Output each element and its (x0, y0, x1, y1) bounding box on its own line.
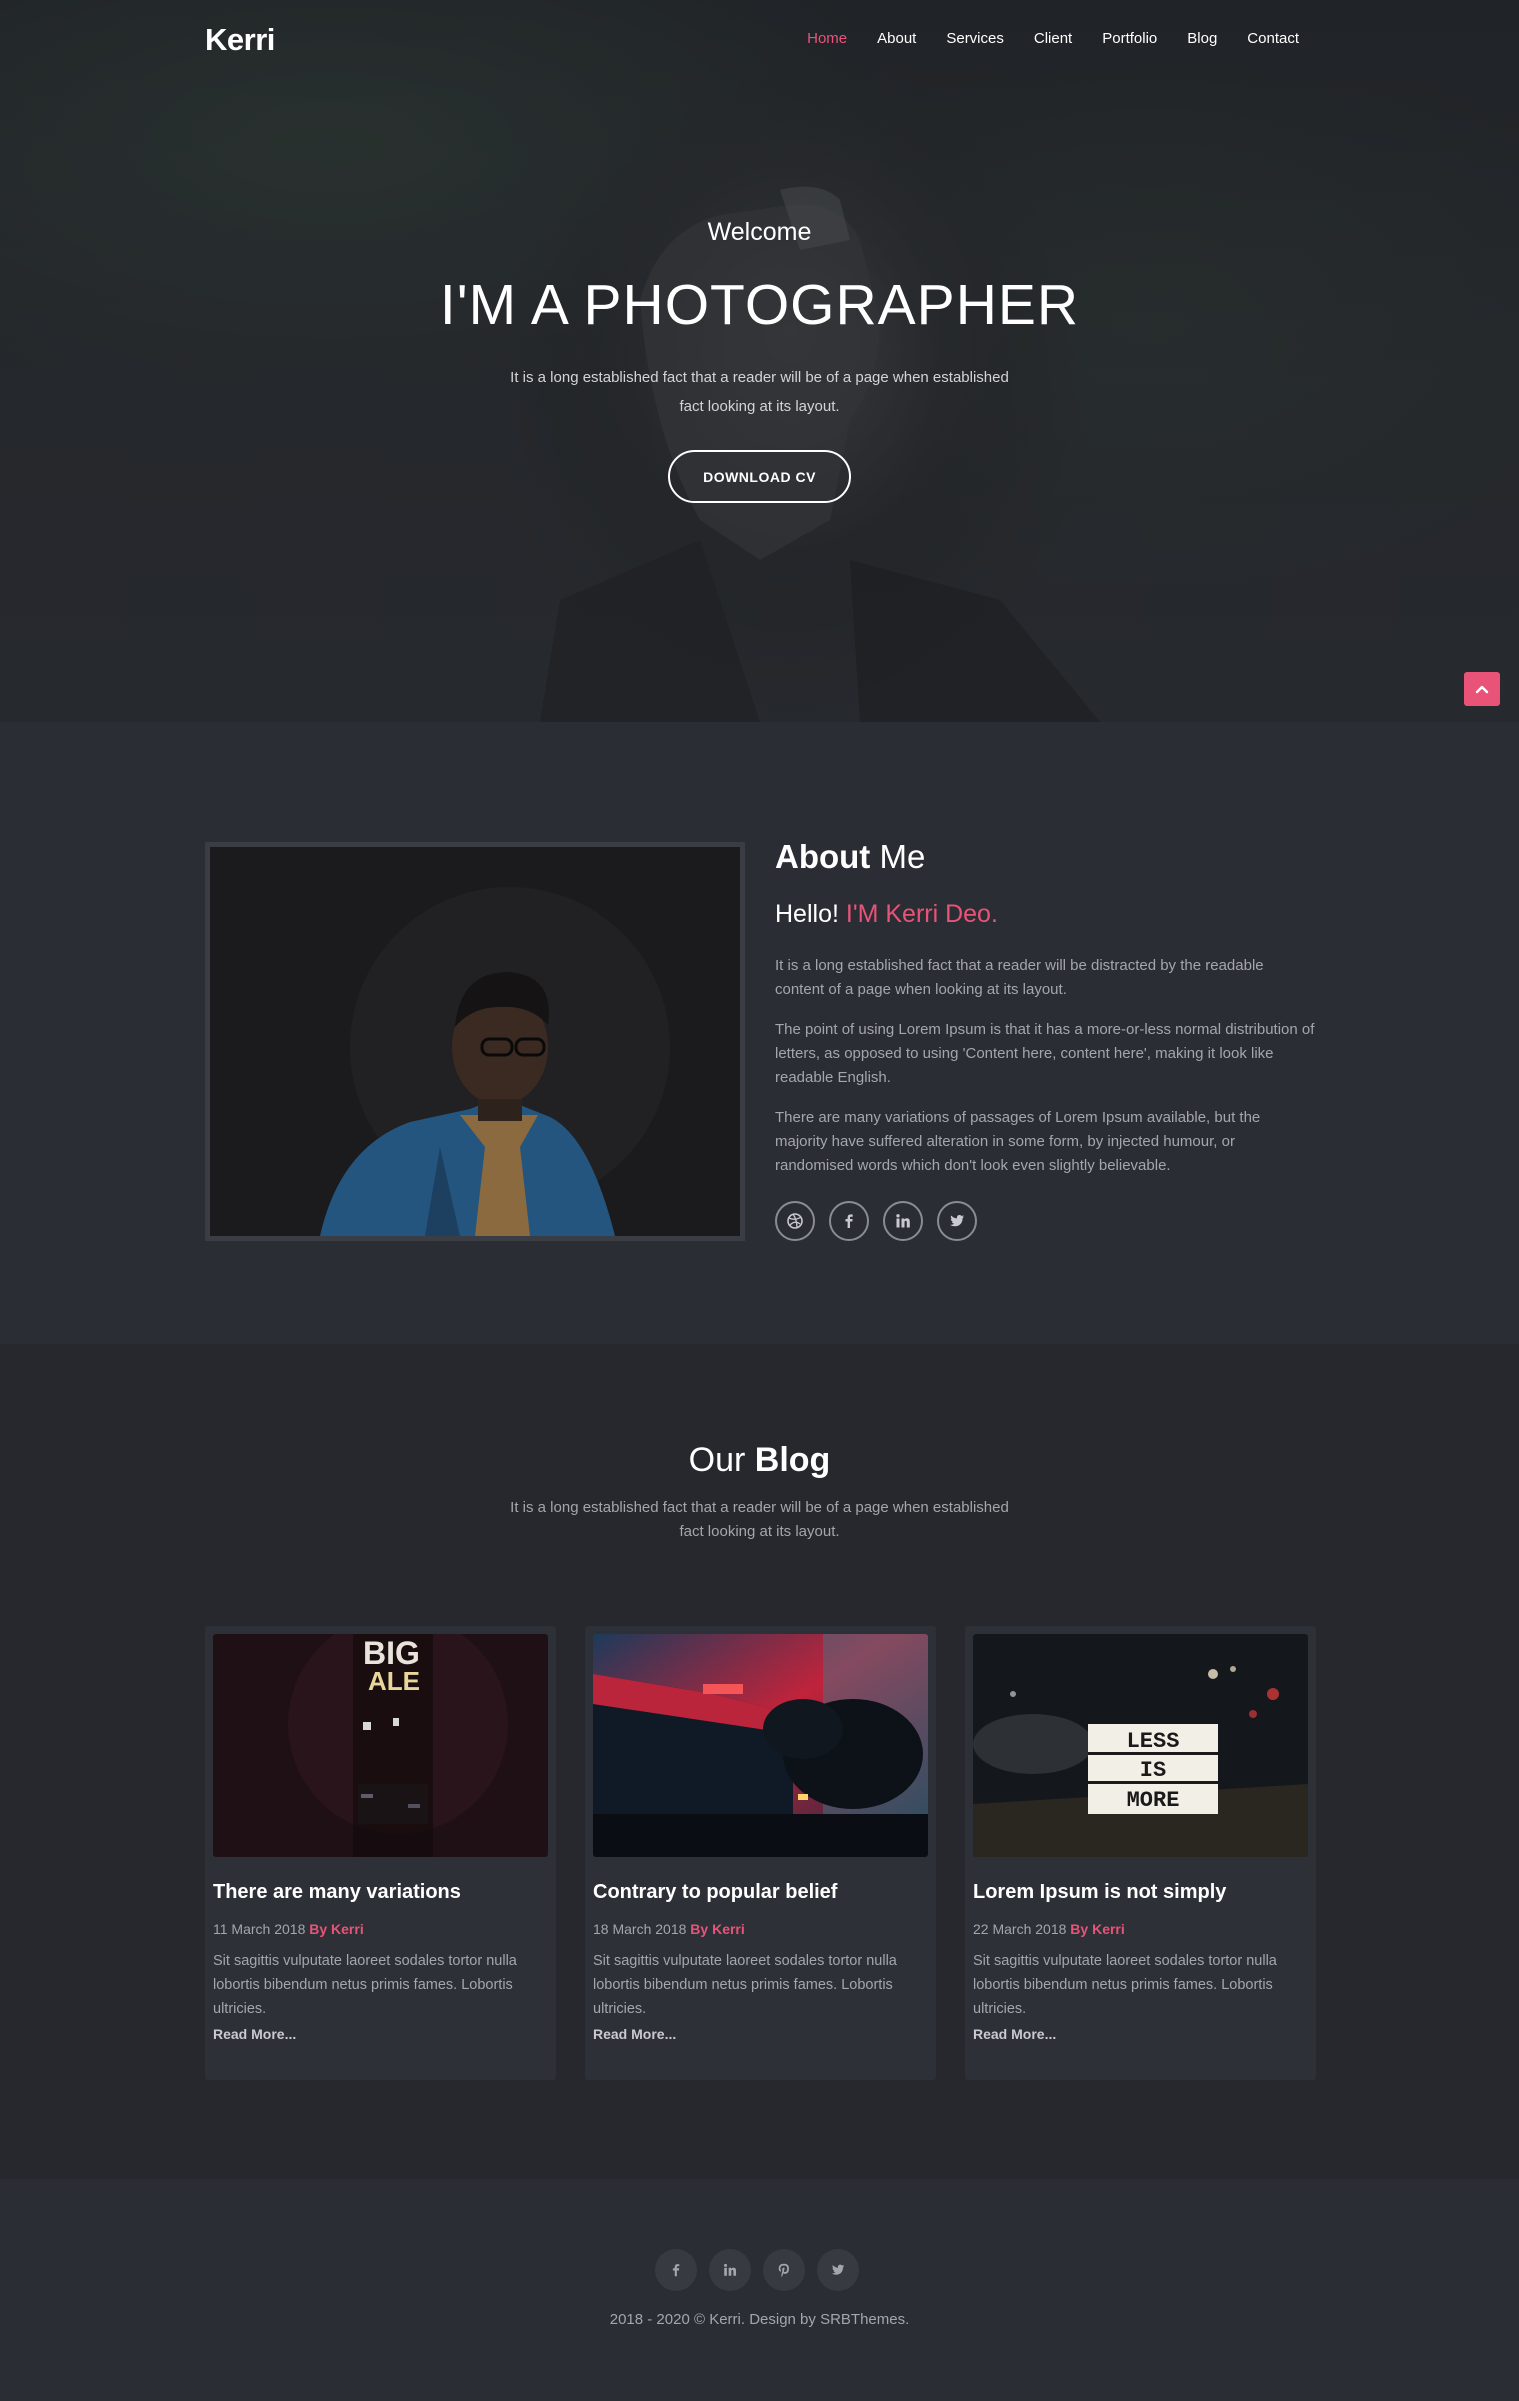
dribbble-icon (787, 1213, 803, 1229)
about-heading-bold: About (775, 838, 871, 875)
about-paragraph: There are many variations of passages of… (775, 1109, 1261, 1174)
hero-welcome: Welcome (707, 218, 812, 246)
hero-section: Kerri Home About Services Client Portfol… (0, 0, 1519, 722)
blog-heading-rest: Our (688, 1441, 755, 1479)
footer-twitter-link[interactable] (817, 2249, 859, 2291)
blog-card-meta: 11 March 2018 By Kerri (213, 1921, 364, 1937)
blog-card-author[interactable]: By Kerri (1070, 1921, 1124, 1937)
twitter-link[interactable] (937, 1201, 977, 1241)
about-photo (205, 842, 745, 1241)
blog-card-image[interactable] (593, 1634, 928, 1857)
lightbox-line-3: MORE (1127, 1788, 1180, 1813)
portrait-image (210, 847, 740, 1236)
blog-card-meta: 18 March 2018 By Kerri (593, 1921, 745, 1937)
blog-card-image[interactable]: BIG ALE (213, 1634, 548, 1857)
read-more-link[interactable]: Read More... (213, 2026, 296, 2042)
blog-card-meta: 22 March 2018 By Kerri (973, 1921, 1125, 1937)
blog-card-excerpt: Sit sagittis vulputate laoreet sodales t… (973, 1953, 1277, 2017)
footer: 2018 - 2020 © Kerri. Design by SRBThemes… (0, 2179, 1519, 2401)
blog-section: Our Blog It is a long established fact t… (0, 1344, 1519, 2179)
blog-image-2 (593, 1634, 928, 1857)
blog-card-date: 11 March 2018 (213, 1921, 306, 1937)
nav-item-services[interactable]: Services (946, 30, 1004, 47)
blog-image-3: LESS IS MORE (973, 1634, 1308, 1857)
facebook-icon (672, 2264, 680, 2277)
read-more-link[interactable]: Read More... (973, 2026, 1056, 2042)
nav-item-portfolio[interactable]: Portfolio (1102, 30, 1157, 47)
footer-linkedin-link[interactable] (709, 2249, 751, 2291)
about-heading: About Me (775, 838, 925, 876)
footer-social-links (655, 2249, 859, 2291)
nav-item-contact[interactable]: Contact (1247, 30, 1299, 47)
nav-item-blog[interactable]: Blog (1187, 30, 1217, 47)
blog-heading: Our Blog (0, 1441, 1519, 1480)
read-more-link[interactable]: Read More... (593, 2026, 676, 2042)
pinterest-icon (778, 2263, 789, 2278)
blog-image-1: BIG ALE (213, 1634, 548, 1857)
scroll-to-top-button[interactable] (1464, 672, 1500, 706)
about-section: About Me Hello! I'M Kerri Deo. It is a l… (0, 722, 1519, 1344)
lightbox-line-2: IS (1140, 1758, 1166, 1783)
logo[interactable]: Kerri (205, 22, 275, 58)
linkedin-icon (896, 1214, 910, 1228)
nav-item-home[interactable]: Home (807, 30, 847, 47)
about-social-links (775, 1201, 977, 1241)
hero-title: I'M A PHOTOGRAPHER (439, 273, 1080, 337)
footer-pinterest-link[interactable] (763, 2249, 805, 2291)
blog-heading-bold: Blog (754, 1441, 831, 1479)
linkedin-link[interactable] (883, 1201, 923, 1241)
blog-card-author[interactable]: By Kerri (690, 1921, 744, 1937)
blog-card: BIG ALE There are many variations 11 Mar… (205, 1626, 556, 2080)
blog-card-title[interactable]: Lorem Ipsum is not simply (973, 1881, 1226, 1904)
blog-subtitle: It is a long established fact that a rea… (510, 1499, 1009, 1540)
footer-facebook-link[interactable] (655, 2249, 697, 2291)
blog-card-date: 18 March 2018 (593, 1921, 687, 1937)
dribbble-link[interactable] (775, 1201, 815, 1241)
twitter-icon (950, 1215, 964, 1227)
sign-text-ale: ALE (368, 1666, 420, 1696)
blog-card-excerpt: Sit sagittis vulputate laoreet sodales t… (593, 1953, 897, 2017)
blog-card-author[interactable]: By Kerri (309, 1921, 363, 1937)
hello-text: Hello! (775, 900, 839, 928)
blog-card-excerpt: Sit sagittis vulputate laoreet sodales t… (213, 1953, 517, 2017)
blog-card-date: 22 March 2018 (973, 1921, 1067, 1937)
blog-card: Contrary to popular belief 18 March 2018… (585, 1626, 936, 2080)
hero-background-photo (0, 0, 1519, 722)
about-heading-rest: Me (870, 838, 926, 875)
blog-card-title[interactable]: Contrary to popular belief (593, 1881, 837, 1904)
main-nav: Home About Services Client Portfolio Blo… (777, 30, 1299, 47)
nav-item-about[interactable]: About (877, 30, 916, 47)
blog-card-image[interactable]: LESS IS MORE (973, 1634, 1308, 1857)
facebook-icon (845, 1214, 853, 1228)
about-paragraph: The point of using Lorem Ipsum is that i… (775, 1021, 1315, 1086)
about-paragraph: It is a long established fact that a rea… (775, 957, 1264, 998)
blog-card: LESS IS MORE Lorem Ipsum is not simply 2… (965, 1626, 1316, 2080)
download-cv-button[interactable]: DOWNLOAD CV (668, 450, 851, 503)
twitter-icon (831, 2264, 845, 2275)
copyright-text: 2018 - 2020 © Kerri. Design by SRBThemes… (609, 2311, 910, 2328)
about-name: I'M Kerri Deo. (845, 900, 998, 928)
linkedin-icon (724, 2263, 737, 2276)
lightbox-line-1: LESS (1127, 1729, 1180, 1754)
facebook-link[interactable] (829, 1201, 869, 1241)
nav-item-client[interactable]: Client (1034, 30, 1072, 47)
chevron-up-icon (1475, 685, 1489, 694)
blog-card-title[interactable]: There are many variations (213, 1881, 461, 1904)
hero-text: It is a long established fact that a rea… (510, 369, 1009, 415)
about-hello: Hello! I'M Kerri Deo. (775, 900, 998, 929)
